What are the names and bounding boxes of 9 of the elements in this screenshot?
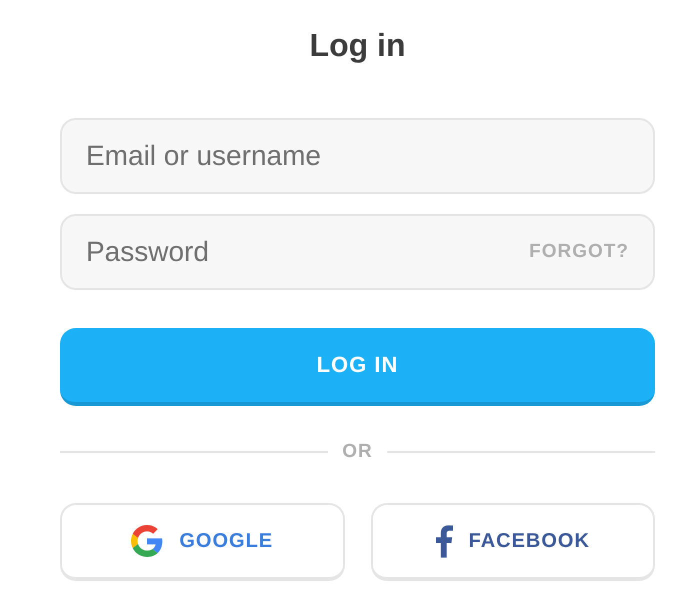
facebook-f-icon <box>436 524 453 558</box>
forgot-password-link[interactable]: FORGOT? <box>529 239 629 265</box>
google-g-icon <box>131 525 164 557</box>
page-title: Log in <box>310 26 406 65</box>
divider-label: OR <box>342 440 373 464</box>
username-field[interactable]: Email or username <box>60 118 655 194</box>
login-button[interactable]: LOG IN <box>60 328 655 406</box>
facebook-login-button[interactable]: FACEBOOK <box>370 503 655 581</box>
google-login-button[interactable]: GOOGLE <box>60 503 344 581</box>
